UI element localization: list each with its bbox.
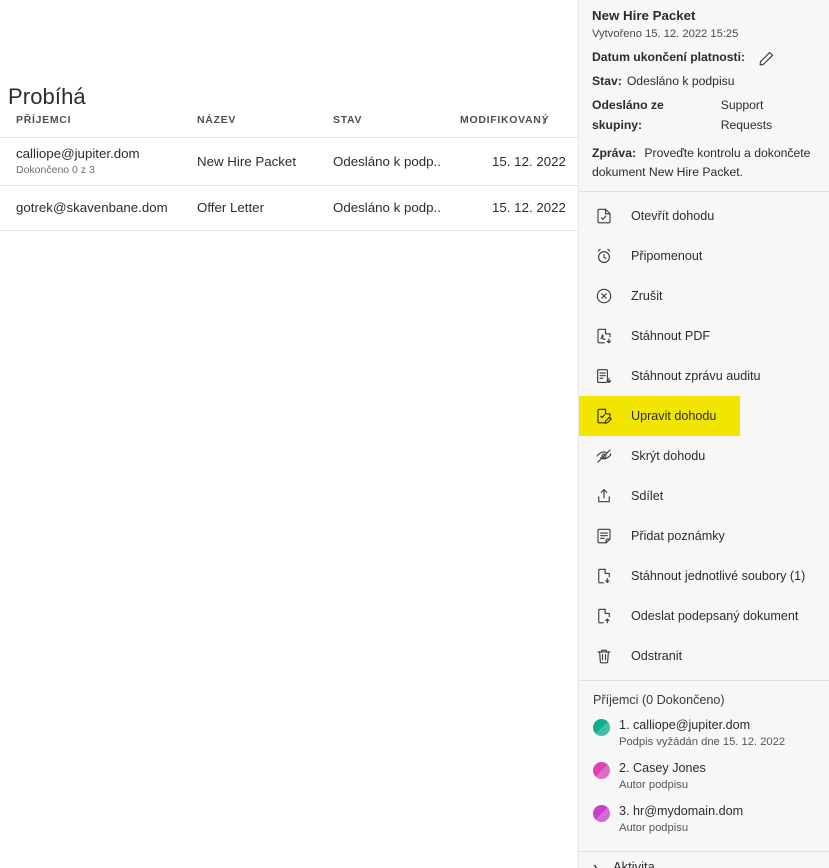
list-item[interactable]: 3. hr@mydomain.dom Autor podpisu [579, 802, 829, 845]
action-hide-agreement[interactable]: Skrýt dohodu [579, 436, 829, 476]
agreements-list-panel: Probíhá PŘÍJEMCI NÁZEV STAV MODIFIKOVANÝ… [0, 0, 578, 868]
action-menu: Otevřít dohodu Připomenout Zrušit Stáhno… [579, 192, 829, 680]
activity-label: Aktivita [613, 858, 655, 868]
action-label: Odeslat podepsaný dokument [631, 609, 799, 623]
action-label: Skrýt dohodu [631, 449, 706, 463]
action-label: Stáhnout PDF [631, 329, 711, 343]
sort-descending-icon[interactable]: ↓ [541, 113, 547, 127]
page-title: Probíhá [8, 83, 86, 109]
action-label: Připomenout [631, 249, 703, 263]
recipient-status: Podpis vyžádán dne 15. 12. 2022 [619, 736, 786, 748]
action-open-agreement[interactable]: Otevřít dohodu [579, 196, 829, 236]
avatar [593, 805, 610, 822]
open-agreement-icon [593, 205, 615, 227]
agreements-table: PŘÍJEMCI NÁZEV STAV MODIFIKOVANÝ ↓ calli… [0, 113, 578, 231]
download-audit-icon [593, 365, 615, 387]
recipient-status: Autor podpisu [619, 822, 689, 834]
action-label: Zrušit [631, 289, 663, 303]
action-label: Přidat poznámky [631, 529, 725, 543]
action-share[interactable]: Sdílet [579, 476, 829, 516]
group-row: Odesláno ze skupiny: Support Requests [592, 95, 817, 135]
action-label: Upravit dohodu [631, 409, 717, 423]
column-header-modified[interactable]: MODIFIKOVANÝ [460, 114, 549, 126]
group-value: Support Requests [720, 98, 773, 132]
recipient-name: 1. calliope@jupiter.dom [619, 718, 751, 732]
cell-modified: 15. 12. 2022 [492, 200, 566, 215]
action-label: Sdílet [631, 489, 664, 503]
pencil-icon[interactable] [758, 50, 775, 67]
avatar [593, 762, 610, 779]
recipients-section: Příjemci (0 Dokončeno) 1. calliope@jupit… [579, 681, 829, 851]
cell-name: Offer Letter [197, 200, 265, 215]
cell-recipients: calliope@jupiter.dom Dokončeno 0 z 3 [16, 146, 140, 176]
action-label: Otevřít dohodu [631, 209, 715, 223]
status-value: Odesláno k podpisu [626, 74, 735, 88]
cell-name: New Hire Packet [197, 154, 297, 169]
action-download-individual-files[interactable]: Stáhnout jednotlivé soubory (1) [579, 556, 829, 596]
recipient-name: 2. Casey Jones [619, 761, 706, 775]
trash-icon [593, 645, 615, 667]
column-header-recipients[interactable]: PŘÍJEMCI [16, 114, 71, 126]
table-row[interactable]: calliope@jupiter.dom Dokončeno 0 z 3 New… [0, 138, 578, 186]
expiry-row: Datum ukončení platnosti: [592, 47, 817, 67]
avatar [593, 719, 610, 736]
action-download-pdf[interactable]: Stáhnout PDF [579, 316, 829, 356]
cell-status: Odesláno k podp.. [333, 154, 441, 169]
cancel-circle-icon [593, 285, 615, 307]
action-label: Odstranit [631, 649, 683, 663]
expiry-label: Datum ukončení platnosti: [592, 50, 746, 64]
action-cancel[interactable]: Zrušit [579, 276, 829, 316]
cell-recipients: gotrek@skavenbane.dom [16, 200, 168, 215]
status-label: Stav: [592, 74, 622, 88]
download-pdf-icon [593, 325, 615, 347]
list-item[interactable]: 2. Casey Jones Autor podpisu [579, 759, 829, 802]
cell-status: Odesláno k podp.. [333, 200, 441, 215]
alarm-clock-icon [593, 245, 615, 267]
column-header-status[interactable]: STAV [333, 114, 362, 126]
recipient-name: 3. hr@mydomain.dom [619, 804, 744, 818]
recipient-email: calliope@jupiter.dom [16, 146, 140, 161]
chevron-right-icon: › [593, 858, 598, 868]
document-title: New Hire Packet [592, 8, 696, 23]
action-label: Stáhnout zprávu auditu [631, 369, 761, 383]
share-icon [593, 485, 615, 507]
list-item[interactable]: 1. calliope@jupiter.dom Podpis vyžádán d… [579, 716, 829, 759]
message-label: Zpráva: [592, 146, 637, 160]
detail-header: New Hire Packet Vytvořeno 15. 12. 2022 1… [579, 0, 829, 182]
edit-agreement-icon [593, 405, 615, 427]
recipient-status: Autor podpisu [619, 779, 689, 791]
action-label: Stáhnout jednotlivé soubory (1) [631, 569, 806, 583]
app-root: Probíhá PŘÍJEMCI NÁZEV STAV MODIFIKOVANÝ… [0, 0, 829, 868]
action-remind[interactable]: Připomenout [579, 236, 829, 276]
group-label: Odesláno ze skupiny: [592, 98, 664, 132]
recipient-progress: Dokončeno 0 z 3 [16, 164, 95, 176]
column-header-name[interactable]: NÁZEV [197, 114, 236, 126]
document-created: Vytvořeno 15. 12. 2022 15:25 [592, 28, 739, 40]
table-header-row: PŘÍJEMCI NÁZEV STAV MODIFIKOVANÝ ↓ [0, 113, 578, 138]
download-files-icon [593, 565, 615, 587]
status-row: Stav: Odesláno k podpisu [592, 71, 817, 91]
cell-modified: 15. 12. 2022 [492, 154, 566, 169]
action-download-audit-report[interactable]: Stáhnout zprávu auditu [579, 356, 829, 396]
upload-document-icon [593, 605, 615, 627]
activity-expander[interactable]: › Aktivita [579, 852, 829, 868]
action-upload-signed-document[interactable]: Odeslat podepsaný dokument [579, 596, 829, 636]
action-delete[interactable]: Odstranit [579, 636, 829, 676]
agreement-detail-panel: New Hire Packet Vytvořeno 15. 12. 2022 1… [578, 0, 829, 868]
action-edit-agreement[interactable]: Upravit dohodu [579, 396, 740, 436]
add-notes-icon [593, 525, 615, 547]
recipients-heading: Příjemci (0 Dokončeno) [593, 693, 725, 707]
action-add-notes[interactable]: Přidat poznámky [579, 516, 829, 556]
hide-eye-icon [593, 445, 615, 467]
table-row[interactable]: gotrek@skavenbane.dom Offer Letter Odesl… [0, 186, 578, 231]
message-row: Zpráva: Proveďte kontrolu a dokončete do… [592, 144, 817, 182]
